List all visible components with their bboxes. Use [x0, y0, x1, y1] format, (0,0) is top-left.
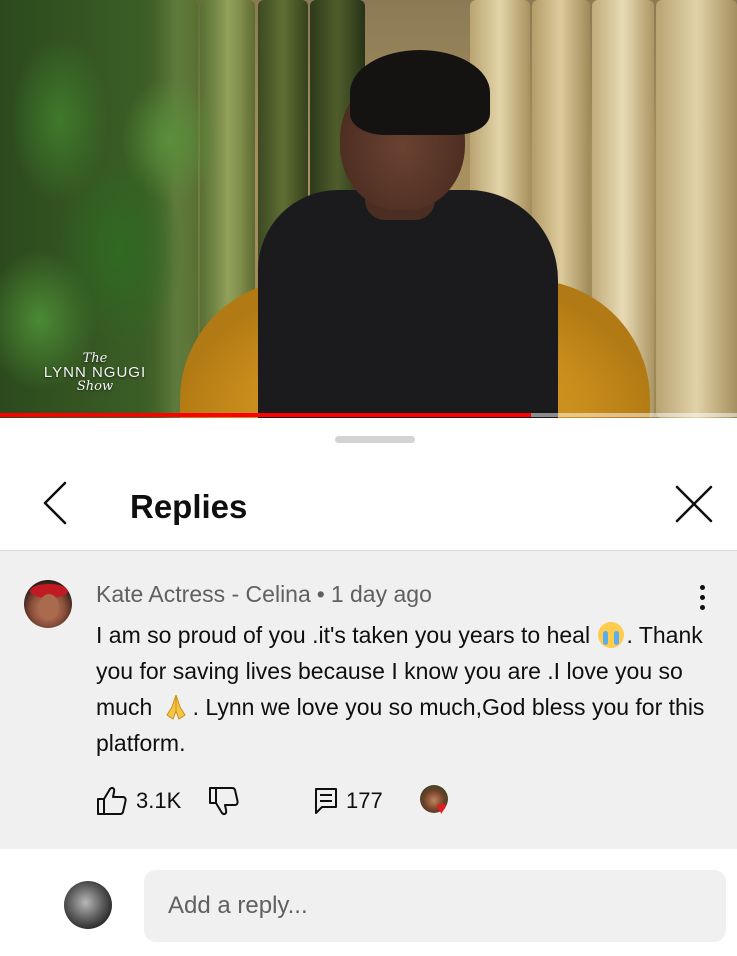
comment-actions: 3.1K 177 ♥ [96, 781, 516, 821]
like-button[interactable]: 3.1K [96, 781, 181, 821]
creator-heart-badge: ♥ [420, 785, 456, 819]
comment-author[interactable]: Kate Actress - Celina [96, 581, 311, 607]
replies-header: Replies [0, 466, 737, 550]
watermark-line3: Show [76, 379, 114, 394]
like-count: 3.1K [136, 788, 182, 813]
replies-sheet: Replies Kate Actress - Celina • 1 day ago … [0, 420, 737, 956]
comment-text-part: I am so proud of you .it's taken you yea… [96, 622, 597, 648]
comment-text: I am so proud of you .it's taken you yea… [96, 617, 706, 761]
thumbs-up-icon [97, 787, 127, 815]
background-bamboo [656, 0, 737, 418]
more-options-button[interactable] [690, 581, 714, 613]
reply-button[interactable]: 177 [314, 781, 383, 821]
comment-time: 1 day ago [330, 581, 432, 607]
user-avatar[interactable] [64, 881, 112, 929]
dislike-button[interactable] [208, 781, 240, 821]
commenter-avatar[interactable] [24, 580, 72, 628]
thumbs-down-icon [209, 787, 239, 815]
parent-comment: Kate Actress - Celina • 1 day ago I am so … [0, 551, 737, 849]
crying-face-emoji-icon [598, 622, 625, 648]
chevron-left-icon [43, 481, 67, 525]
heart-icon: ♥ [436, 798, 447, 818]
comment-meta: Kate Actress - Celina • 1 day ago [96, 581, 432, 608]
more-vert-icon [699, 584, 705, 590]
video-progress-bar[interactable] [0, 413, 737, 417]
reply-input[interactable] [144, 870, 726, 942]
person-body [258, 190, 558, 418]
reply-count: 177 [346, 788, 383, 813]
comment-icon [315, 788, 337, 814]
watermark-line2: LYNN NGUGI [43, 364, 147, 381]
video-player[interactable]: The LYNN NGUGI Show [0, 0, 737, 418]
person-hair [350, 50, 490, 135]
close-icon [675, 485, 713, 523]
drag-handle[interactable] [335, 436, 415, 443]
video-progress-fill [0, 413, 531, 417]
show-watermark: The LYNN NGUGI Show [30, 352, 160, 394]
close-button[interactable] [668, 478, 720, 530]
sheet-title: Replies [130, 488, 248, 525]
folded-hands-emoji-icon [161, 693, 191, 721]
back-button[interactable] [30, 478, 80, 528]
meta-separator: • [316, 581, 325, 607]
